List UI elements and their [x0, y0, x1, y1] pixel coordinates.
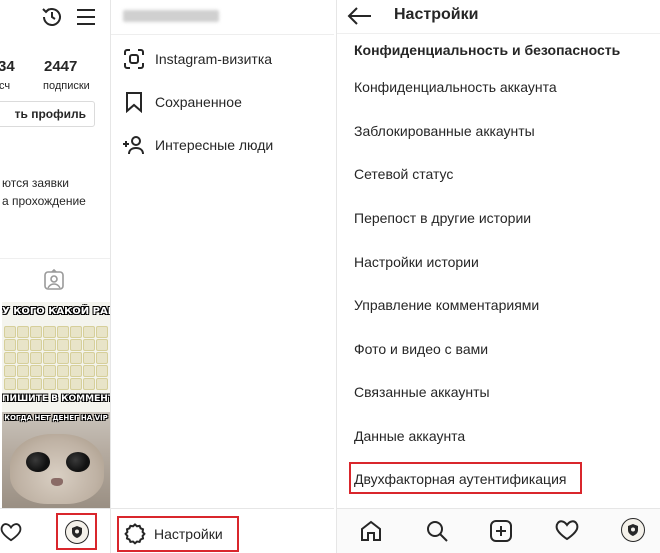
posts-label: сч	[0, 80, 11, 92]
bookmark-icon	[111, 91, 155, 113]
menu-item-label: Интересные люди	[155, 137, 274, 153]
menu-item-nametag[interactable]: Instagram-визитка	[111, 39, 334, 79]
posts-count: 34	[0, 58, 15, 75]
setting-resharing-stories[interactable]: Перепост в другие истории	[354, 210, 531, 226]
notice-line-1: ются заявки	[2, 176, 69, 190]
profile-avatar-icon[interactable]	[621, 518, 645, 542]
hamburger-menu-icon[interactable]	[76, 8, 96, 31]
menu-divider	[111, 34, 334, 35]
setting-account-data[interactable]: Данные аккаунта	[354, 428, 465, 444]
menu-item-discover-people[interactable]: Интересные люди	[111, 125, 334, 165]
profile-avatar-icon[interactable]	[65, 520, 89, 544]
privacy-section-title: Конфиденциальность и безопасность	[354, 42, 621, 58]
qr-scan-icon	[111, 48, 155, 70]
profile-top-bar	[0, 0, 110, 34]
setting-linked-accounts[interactable]: Связанные аккаунты	[354, 384, 490, 400]
setting-two-factor-auth[interactable]: Двухфакторная аутентификация	[354, 471, 566, 487]
home-icon[interactable]	[359, 519, 383, 548]
setting-story-controls[interactable]: Настройки истории	[354, 254, 479, 270]
profile-tab-highlight	[56, 513, 97, 550]
menu-header	[111, 0, 334, 34]
setting-account-privacy[interactable]: Конфиденциальность аккаунта	[354, 79, 557, 95]
cat-image	[10, 434, 104, 504]
archive-history-icon[interactable]	[40, 5, 64, 34]
menu-item-label: Instagram-визитка	[155, 51, 273, 67]
new-post-icon[interactable]	[489, 519, 513, 548]
search-icon[interactable]	[425, 519, 449, 548]
settings-title: Настройки	[394, 6, 479, 23]
bottom-navigation	[337, 508, 660, 553]
heart-icon[interactable]	[555, 519, 579, 546]
setting-photos-of-you[interactable]: Фото и видео с вами	[354, 341, 488, 357]
settings-button[interactable]: Настройки	[117, 516, 239, 552]
setting-blocked-accounts[interactable]: Заблокированные аккаунты	[354, 123, 535, 139]
post-thumbnail-cat-meme[interactable]: КОГДА НЕТ ДЕНЕГ НА VIP	[2, 412, 110, 508]
following-label[interactable]: подписки	[43, 80, 90, 92]
tagged-tab[interactable]	[0, 258, 110, 302]
add-person-icon	[111, 134, 155, 156]
meme-top-caption: У КОГО КАКОЙ РАНГ?	[2, 306, 110, 317]
profile-bottom-nav	[0, 508, 110, 553]
profile-panel: 34 сч 2447 подписки ть профиль ются заяв…	[0, 0, 111, 553]
meme-bottom-caption: ПИШИТЕ В КОММЕНТАХ!	[2, 394, 110, 404]
settings-panel: Настройки Конфиденциальность и безопасно…	[336, 0, 660, 553]
settings-gear-icon	[124, 523, 146, 545]
notice-line-2: а прохождение	[2, 194, 86, 208]
following-count[interactable]: 2447	[44, 58, 77, 75]
tagged-person-icon[interactable]	[43, 268, 65, 296]
menu-bottom-bar: Настройки	[111, 508, 334, 553]
menu-item-label: Сохраненное	[155, 94, 242, 110]
settings-header: Настройки	[337, 0, 660, 34]
cat-meme-caption: КОГДА НЕТ ДЕНЕГ НА VIP	[4, 414, 108, 422]
blurred-username	[123, 10, 219, 22]
edit-profile-button[interactable]: ть профиль	[0, 101, 95, 127]
setting-comment-controls[interactable]: Управление комментариями	[354, 297, 539, 313]
back-arrow-icon[interactable]	[347, 6, 373, 31]
side-menu-panel: Instagram-визитка Сохраненное Интересные…	[111, 0, 334, 553]
menu-item-saved[interactable]: Сохраненное	[111, 82, 334, 122]
settings-label: Настройки	[154, 526, 223, 542]
rank-badges-grid	[2, 324, 110, 392]
heart-icon[interactable]	[0, 522, 22, 547]
post-thumbnail-rank-meme[interactable]: У КОГО КАКОЙ РАНГ? ПИШИТЕ В КОММЕНТАХ!	[2, 302, 110, 412]
setting-activity-status[interactable]: Сетевой статус	[354, 166, 453, 182]
